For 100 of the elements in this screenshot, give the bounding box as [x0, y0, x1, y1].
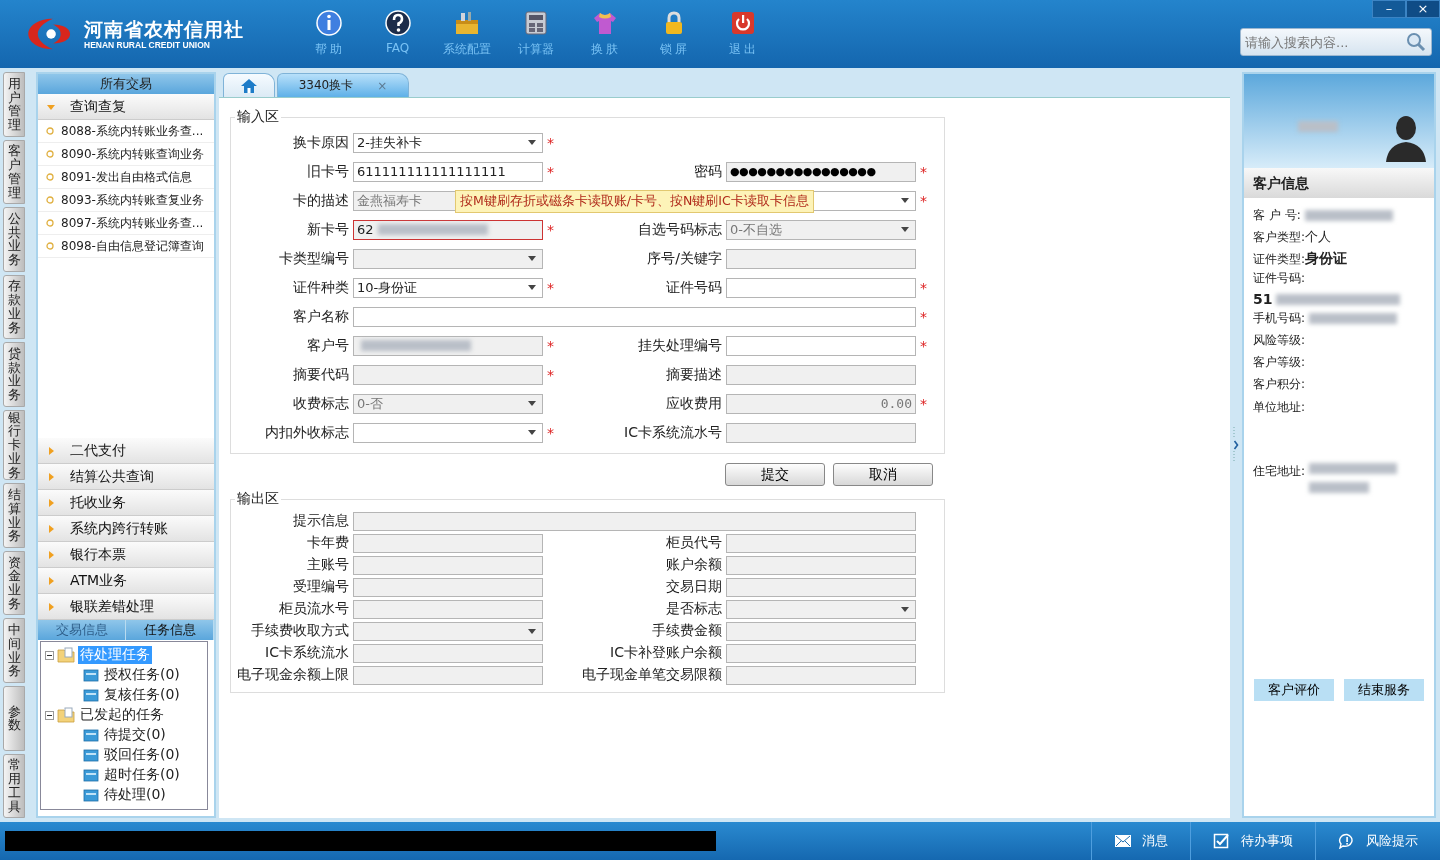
nav-group[interactable]: 系统内跨行转账 [38, 516, 214, 542]
nav-item-label: 8090-系统内转账查询业务 [61, 145, 204, 163]
input-field[interactable] [353, 306, 916, 327]
dropdown-caret-icon [528, 284, 536, 290]
required-mark: * [547, 163, 555, 180]
help-icon [383, 9, 412, 37]
status-button[interactable]: 待办事项 [1190, 822, 1315, 860]
info-label: 手机号码: [1253, 309, 1306, 327]
panel-button[interactable]: 结束服务 [1344, 679, 1424, 701]
dropdown-field[interactable]: 2-挂失补卡 [353, 132, 543, 153]
collapse-icon[interactable] [45, 650, 54, 660]
field-label: 柜员流水号 [278, 600, 349, 618]
side-tab[interactable]: 客户管理 [3, 139, 25, 205]
form-button[interactable]: 取消 [833, 463, 933, 486]
info-icon [314, 9, 343, 37]
tree-node[interactable]: 驳回任务(0) [102, 746, 182, 764]
nav-item-label: 8093-系统内转账查复业务 [61, 191, 204, 209]
dropdown-caret-icon [528, 628, 536, 634]
nav-item[interactable]: 8097-系统内转账业务查... [38, 212, 214, 235]
panel-title: 客户信息 [1244, 168, 1434, 198]
field-label: IC卡系统流水号 [623, 423, 722, 442]
mail-icon [1114, 833, 1132, 849]
info-label: 证件号码: [1253, 270, 1306, 287]
status-button[interactable]: 消息 [1091, 822, 1190, 860]
info-label: 客户积分: [1253, 375, 1306, 393]
field-label: 证件号码 [665, 278, 722, 297]
tree-node[interactable]: 授权任务(0) [102, 666, 182, 684]
nav-item[interactable]: 8098-自由信息登记簿查询 [38, 235, 214, 258]
nav-item[interactable]: 8091-发出自由格式信息 [38, 166, 214, 189]
tree-node[interactable]: 待提交(0) [102, 726, 168, 744]
field-label: 交易日期 [665, 578, 722, 596]
nav-group[interactable]: 银行本票 [38, 542, 214, 568]
field-label: 旧卡号 [306, 162, 349, 181]
info-value: 身份证 [1305, 250, 1348, 268]
nav-group[interactable]: ATM业务 [38, 568, 214, 594]
nav-item[interactable]: 8090-系统内转账查询业务 [38, 143, 214, 166]
dropdown-field[interactable] [353, 422, 543, 443]
bullet-icon [46, 242, 54, 250]
page-tab[interactable]: 3340换卡 × [277, 73, 409, 97]
nav-item[interactable]: 8093-系统内转账查复业务 [38, 189, 214, 212]
side-tab[interactable]: 参数 [3, 686, 25, 751]
field-label: 摘要描述 [665, 365, 722, 384]
folder-icon [57, 707, 75, 723]
form-button[interactable]: 提交 [725, 463, 825, 486]
side-tab[interactable]: 公共业务 [3, 207, 25, 272]
dropdown-caret-icon [528, 400, 536, 406]
collapse-icon[interactable] [45, 710, 54, 720]
dropdown-field[interactable]: 10-身份证 [353, 277, 543, 298]
field-label: 卡类型编号 [278, 249, 349, 268]
home-tab[interactable] [223, 73, 275, 97]
field-label: 摘要代码 [292, 365, 349, 384]
nav-group[interactable]: 托收业务 [38, 490, 214, 516]
field-label: 自选号码标志 [637, 220, 722, 239]
status-button[interactable]: 风险提示 [1315, 822, 1440, 860]
required-mark: * [547, 337, 555, 354]
dropdown-caret-icon [901, 197, 909, 203]
field-label: 收费标志 [292, 394, 349, 413]
tree-node[interactable]: 待处理(0) [102, 786, 168, 804]
side-tab[interactable]: 贷款业务 [3, 342, 25, 407]
side-tab[interactable]: 资金业务 [3, 550, 25, 616]
search-field[interactable]: 请输入搜索内容... [1240, 28, 1432, 56]
panel-tab[interactable]: 任务信息 [126, 620, 214, 640]
input-field[interactable]: 611111111111111111 [353, 161, 543, 182]
input-field[interactable] [726, 277, 916, 298]
tree-node[interactable]: 已发起的任务 [78, 706, 166, 724]
field-label: IC卡补登账户余额 [609, 644, 722, 662]
required-mark: * [547, 221, 555, 238]
side-tab[interactable]: 结算业务 [3, 483, 25, 548]
panel-button[interactable]: 客户评价 [1254, 679, 1334, 701]
field-label: 提示信息 [292, 512, 349, 530]
nav-group[interactable]: 结算公共查询 [38, 464, 214, 490]
required-mark: * [920, 337, 928, 354]
field-label: 卡年费 [306, 534, 349, 552]
logo-title: 河南省农村信用社 [84, 18, 244, 40]
nav-group[interactable]: 银联差错处理 [38, 594, 214, 620]
nav-item-label: 8097-系统内转账业务查... [61, 214, 204, 232]
required-mark: * [547, 134, 555, 151]
field-label: IC卡系统流水 [264, 644, 349, 662]
side-tab[interactable]: 用户管理 [3, 72, 25, 137]
field-label: 受理编号 [292, 578, 349, 596]
nav-group[interactable]: 二代支付 [38, 438, 214, 464]
nav-group[interactable]: 查询查复 [38, 94, 214, 120]
tree-node[interactable]: 超时任务(0) [102, 766, 182, 784]
side-tab[interactable]: 中间业务 [3, 618, 25, 683]
nav-item[interactable]: 8088-系统内转账业务查... [38, 120, 214, 143]
bullet-icon [46, 173, 54, 181]
tree-node[interactable]: 复核任务(0) [102, 686, 182, 704]
side-tab[interactable]: 存款业务 [3, 274, 25, 340]
dropdown-caret-icon [901, 606, 909, 612]
caret-icon [46, 601, 56, 612]
search-icon [1406, 32, 1426, 52]
field-label: 手续费金额 [651, 622, 722, 640]
side-tab[interactable]: 常用工具 [3, 753, 25, 819]
field-label: 是否标志 [665, 600, 722, 618]
folder-icon [83, 688, 99, 702]
field-label: 密码 [693, 162, 722, 181]
input-field[interactable] [726, 335, 916, 356]
minimize-button[interactable]: – [1372, 0, 1406, 18]
side-tab[interactable]: 银行卡业务 [3, 409, 25, 481]
close-button[interactable]: × [1406, 0, 1440, 18]
